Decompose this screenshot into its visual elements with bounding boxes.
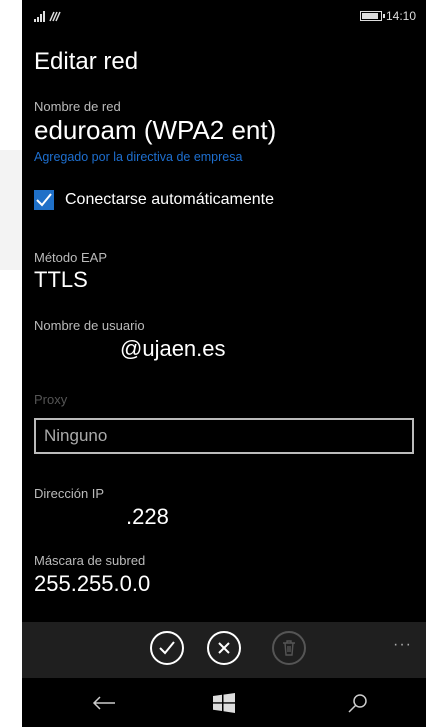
delete-button[interactable] — [272, 631, 306, 665]
trash-icon — [283, 640, 295, 656]
accept-button[interactable] — [150, 631, 184, 665]
subnet-mask-label: Máscara de subred — [34, 553, 146, 568]
cancel-button[interactable] — [207, 631, 241, 665]
search-button[interactable] — [338, 686, 378, 720]
signal-icon — [34, 10, 64, 25]
phone-screen: 14:10 Editar red Nombre de red eduroam (… — [22, 0, 426, 727]
status-time: 14:10 — [385, 9, 416, 23]
policy-note: Agregado por la directiva de empresa — [34, 150, 243, 164]
close-circle-icon — [218, 642, 230, 654]
app-bar: ··· — [22, 622, 426, 678]
page-title: Editar red — [34, 48, 139, 75]
ip-address-label: Dirección IP — [34, 486, 105, 501]
network-name-label: Nombre de red — [34, 99, 121, 114]
proxy-label: Proxy — [34, 392, 68, 407]
background-decoration — [0, 150, 22, 270]
proxy-field[interactable]: Ninguno — [34, 418, 414, 454]
username-label: Nombre de usuario — [34, 318, 145, 333]
status-bar: 14:10 — [22, 0, 426, 30]
network-name-value: eduroam (WPA2 ent) — [34, 115, 277, 145]
eap-label: Método EAP — [34, 250, 107, 265]
eap-value[interactable]: TTLS — [34, 267, 88, 293]
auto-connect-checkbox[interactable] — [34, 190, 54, 210]
subnet-mask-value[interactable]: 255.255.0.0 — [34, 571, 150, 597]
check-circle-icon — [159, 641, 175, 655]
auto-connect-row[interactable]: Conectarse automáticamente — [34, 190, 274, 210]
more-options-button[interactable]: ··· — [393, 636, 412, 654]
windows-logo-icon — [213, 693, 235, 713]
navigation-bar — [22, 678, 426, 727]
back-arrow-icon — [92, 696, 115, 710]
auto-connect-label: Conectarse automáticamente — [65, 191, 274, 208]
back-button[interactable] — [84, 686, 124, 720]
checkmark-icon — [36, 193, 52, 207]
start-button[interactable] — [204, 686, 244, 720]
battery-icon — [360, 11, 385, 21]
ip-address-value[interactable]: .228 — [126, 504, 169, 530]
username-value[interactable]: @ujaen.es — [120, 336, 226, 362]
search-icon — [348, 694, 367, 713]
